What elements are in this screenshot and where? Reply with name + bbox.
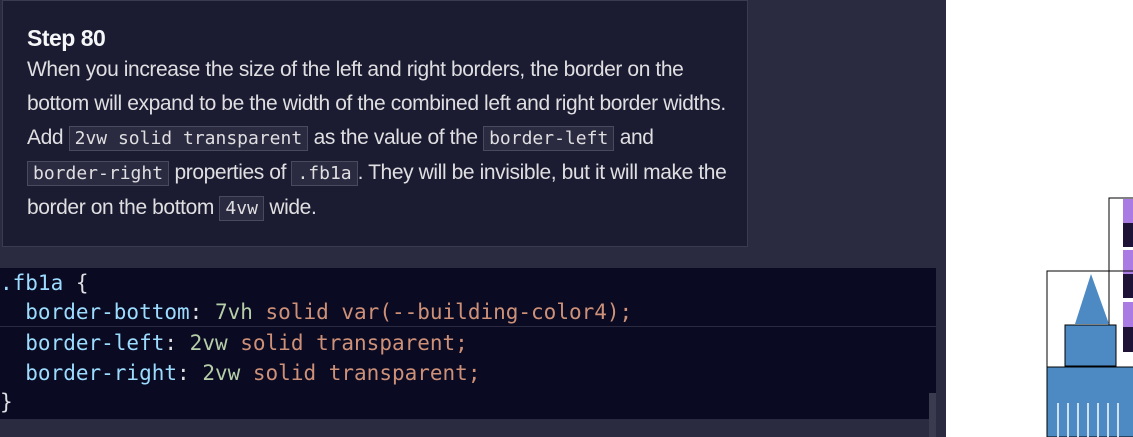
inline-code: border-right	[27, 161, 170, 186]
editor-scrollbar[interactable]	[929, 393, 936, 437]
code-line[interactable]: .fb1a {	[0, 268, 89, 298]
inline-code: 4vw	[219, 196, 264, 221]
code-punct: }	[0, 390, 13, 414]
window-purple	[1123, 199, 1133, 247]
inline-code: .fb1a	[291, 161, 358, 186]
description-text: wide.	[263, 196, 317, 219]
window-purple	[1123, 250, 1133, 298]
code-punct: :	[177, 361, 203, 385]
line-divider	[0, 326, 936, 327]
code-line[interactable]: border-bottom: 7vh solid var(--building-…	[0, 297, 632, 327]
css-number: 2vw	[202, 361, 241, 385]
window-stripes	[1057, 403, 1119, 437]
css-property: border-bottom	[0, 300, 190, 324]
inline-code: border-left	[483, 126, 615, 151]
lesson-pane: Step 80 When you increase the size of th…	[0, 0, 942, 437]
preview-pane	[946, 0, 1133, 437]
building-base	[1046, 366, 1133, 437]
code-line[interactable]: border-right: 2vw solid transparent;	[0, 358, 480, 388]
css-number: 2vw	[189, 331, 228, 355]
css-value: solid transparent;	[240, 361, 481, 385]
description-text: properties of	[169, 161, 292, 184]
code-punct: :	[189, 300, 215, 324]
description-text: as the value of the	[308, 126, 484, 149]
css-number: 7vh	[214, 300, 253, 324]
css-selector: .fb1a	[0, 271, 64, 295]
inline-code: 2vw solid transparent	[68, 126, 309, 151]
code-punct: {	[63, 271, 89, 295]
roof-triangle	[1075, 274, 1109, 324]
step-description: When you increase the size of the left a…	[27, 53, 727, 226]
description-text: and	[614, 126, 654, 149]
building-block	[1064, 324, 1117, 367]
skyline-preview	[1046, 197, 1133, 437]
step-title: Step 80	[27, 25, 106, 51]
css-value: solid transparent;	[227, 331, 468, 355]
code-punct: :	[164, 331, 190, 355]
code-line[interactable]: border-left: 2vw solid transparent;	[0, 328, 468, 358]
window-purple	[1123, 302, 1133, 352]
code-line[interactable]: }	[0, 387, 13, 417]
code-editor[interactable]: .fb1a { border-bottom: 7vh solid var(--b…	[0, 268, 936, 419]
css-value: solid var(--building-color4);	[252, 300, 633, 324]
css-property: border-left	[0, 331, 165, 355]
instructions-panel: Step 80 When you increase the size of th…	[2, 0, 748, 247]
css-property: border-right	[0, 361, 178, 385]
